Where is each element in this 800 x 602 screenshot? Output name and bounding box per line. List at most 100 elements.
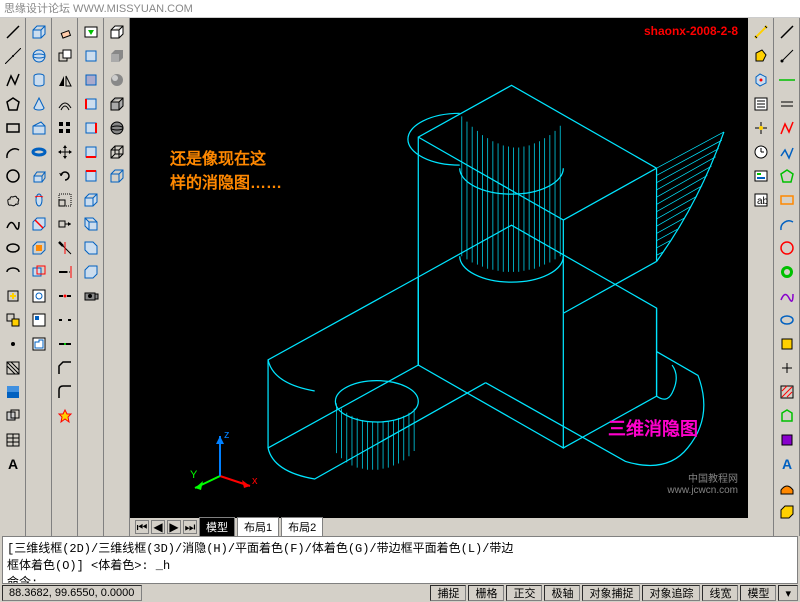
view-right-tool-icon[interactable]	[80, 117, 102, 139]
camera-tool-icon[interactable]	[80, 285, 102, 307]
list-tool-icon[interactable]	[750, 93, 772, 115]
hatch-tool-icon[interactable]	[2, 357, 24, 379]
setup-profile-tool-icon[interactable]	[28, 333, 50, 355]
time-tool-icon[interactable]	[750, 141, 772, 163]
pline2-tool-icon[interactable]	[776, 117, 798, 139]
text2-tool-icon[interactable]: A	[776, 453, 798, 475]
status-ortho-button[interactable]: 正交	[506, 585, 542, 601]
box-tool-icon[interactable]	[28, 21, 50, 43]
distance-tool-icon[interactable]	[750, 21, 772, 43]
move-tool-icon[interactable]	[54, 141, 76, 163]
circle-tool-icon[interactable]	[2, 165, 24, 187]
break-tool-icon[interactable]	[54, 309, 76, 331]
status-osnap-button[interactable]: 对象捕捉	[582, 585, 640, 601]
tab-prev-icon[interactable]: ◀	[151, 520, 165, 534]
break-at-point-tool-icon[interactable]	[54, 285, 76, 307]
ray-tool-icon[interactable]	[776, 45, 798, 67]
status-otrack-button[interactable]: 对象追踪	[642, 585, 700, 601]
fillet-tool-icon[interactable]	[54, 381, 76, 403]
named-views-tool-icon[interactable]	[80, 21, 102, 43]
solids-tool-icon[interactable]	[776, 501, 798, 523]
slice-tool-icon[interactable]	[28, 213, 50, 235]
status-lwt-button[interactable]: 线宽	[702, 585, 738, 601]
block-tool-icon[interactable]	[776, 333, 798, 355]
mirror-tool-icon[interactable]	[54, 69, 76, 91]
array-tool-icon[interactable]	[54, 117, 76, 139]
view-ne-iso-tool-icon[interactable]	[80, 237, 102, 259]
section-tool-icon[interactable]	[28, 237, 50, 259]
3d-wireframe-tool-icon[interactable]	[106, 165, 128, 187]
cone-tool-icon[interactable]	[28, 93, 50, 115]
extend-tool-icon[interactable]	[54, 261, 76, 283]
shade-gouraud-tool-icon[interactable]	[106, 69, 128, 91]
cylinder-tool-icon[interactable]	[28, 69, 50, 91]
insert-block-tool-icon[interactable]	[2, 285, 24, 307]
offset-tool-icon[interactable]	[54, 93, 76, 115]
view-sw-iso-tool-icon[interactable]	[80, 189, 102, 211]
rectangle2-tool-icon[interactable]	[776, 189, 798, 211]
id-point-tool-icon[interactable]	[750, 117, 772, 139]
xline2-tool-icon[interactable]	[776, 69, 798, 91]
rectangle-tool-icon[interactable]	[2, 117, 24, 139]
drawing-viewport[interactable]: shaonx-2008-2-8 还是像现在这 样的消隐图…… 三维消隐图	[130, 18, 748, 536]
status-tool-icon[interactable]	[750, 165, 772, 187]
shade-flat-tool-icon[interactable]	[106, 45, 128, 67]
region-massprop-tool-icon[interactable]	[750, 69, 772, 91]
view-top-tool-icon[interactable]	[80, 45, 102, 67]
rotate-tool-icon[interactable]	[54, 165, 76, 187]
hide-tool-icon[interactable]	[106, 21, 128, 43]
view-se-iso-tool-icon[interactable]	[80, 213, 102, 235]
xline-tool-icon[interactable]	[2, 45, 24, 67]
mline-tool-icon[interactable]	[776, 93, 798, 115]
region-tool-icon[interactable]	[2, 405, 24, 427]
boundary-tool-icon[interactable]	[776, 405, 798, 427]
status-grid-button[interactable]: 栅格	[468, 585, 504, 601]
erase-tool-icon[interactable]	[54, 21, 76, 43]
line2-tool-icon[interactable]	[776, 21, 798, 43]
table-tool-icon[interactable]	[2, 429, 24, 451]
stretch-tool-icon[interactable]	[54, 213, 76, 235]
arc2-tool-icon[interactable]	[776, 213, 798, 235]
point-tool-icon[interactable]	[2, 333, 24, 355]
tab-model[interactable]: 模型	[199, 517, 235, 537]
trim-tool-icon[interactable]	[54, 237, 76, 259]
extrude-tool-icon[interactable]	[28, 165, 50, 187]
setvar-tool-icon[interactable]: ab	[750, 189, 772, 211]
spline2-tool-icon[interactable]	[776, 285, 798, 307]
tab-first-icon[interactable]: ⏮	[135, 520, 149, 534]
shade-flat-edges-tool-icon[interactable]	[106, 93, 128, 115]
sphere-tool-icon[interactable]	[28, 45, 50, 67]
polyline-tool-icon[interactable]	[2, 69, 24, 91]
view-left-tool-icon[interactable]	[80, 93, 102, 115]
line-tool-icon[interactable]	[2, 21, 24, 43]
mtext-tool-icon[interactable]: A	[2, 453, 24, 475]
spline-tool-icon[interactable]	[2, 213, 24, 235]
copy-tool-icon[interactable]	[54, 45, 76, 67]
setup-drawing-tool-icon[interactable]	[28, 285, 50, 307]
ellipse2-tool-icon[interactable]	[776, 309, 798, 331]
revolve-tool-icon[interactable]	[28, 189, 50, 211]
status-polar-button[interactable]: 极轴	[544, 585, 580, 601]
revcloud-tool-icon[interactable]	[2, 189, 24, 211]
join-tool-icon[interactable]	[54, 333, 76, 355]
ellipse-tool-icon[interactable]	[2, 237, 24, 259]
scale-tool-icon[interactable]	[54, 189, 76, 211]
3dpoly-tool-icon[interactable]	[776, 141, 798, 163]
hatch2-tool-icon[interactable]	[776, 381, 798, 403]
chamfer-tool-icon[interactable]	[54, 357, 76, 379]
wedge-tool-icon[interactable]	[28, 117, 50, 139]
polygon2-tool-icon[interactable]	[776, 165, 798, 187]
region2-tool-icon[interactable]	[776, 429, 798, 451]
torus-tool-icon[interactable]	[28, 141, 50, 163]
command-line[interactable]: [三维线框(2D)/三维线框(3D)/消隐(H)/平面着色(F)/体着色(G)/…	[2, 536, 798, 584]
tab-layout1[interactable]: 布局1	[237, 517, 279, 537]
tab-next-icon[interactable]: ▶	[167, 520, 181, 534]
status-snap-button[interactable]: 捕捉	[430, 585, 466, 601]
point2-tool-icon[interactable]	[776, 357, 798, 379]
circle2-tool-icon[interactable]	[776, 237, 798, 259]
view-bottom-tool-icon[interactable]	[80, 69, 102, 91]
area-tool-icon[interactable]	[750, 45, 772, 67]
polygon-tool-icon[interactable]	[2, 93, 24, 115]
shade-gouraud-edges-tool-icon[interactable]	[106, 117, 128, 139]
explode-tool-icon[interactable]	[54, 405, 76, 427]
